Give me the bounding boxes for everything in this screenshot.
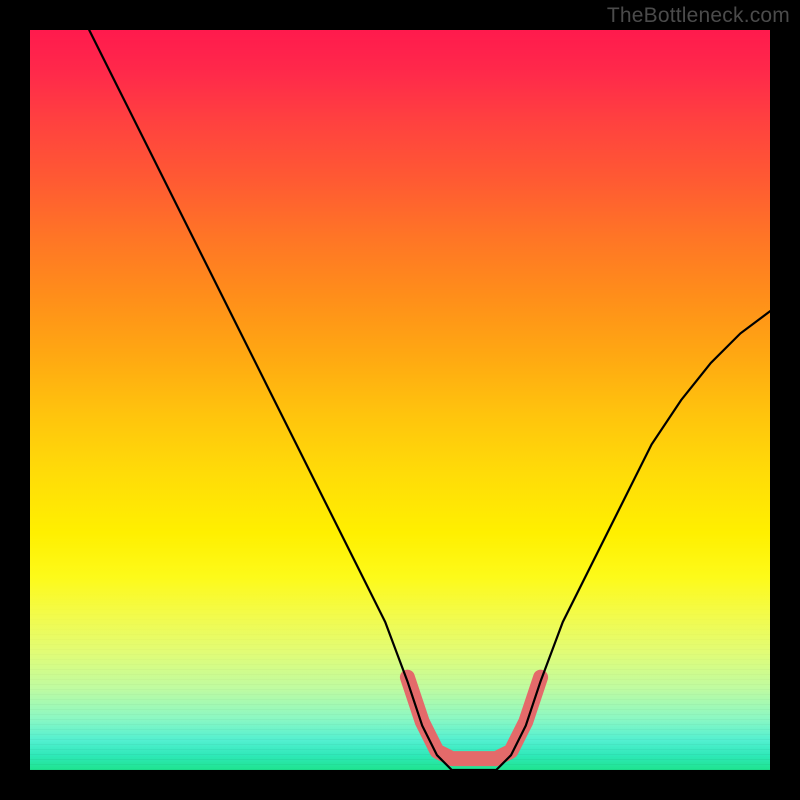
plot-area (30, 30, 770, 770)
watermark-label: TheBottleneck.com (607, 4, 790, 28)
curve-layer (30, 30, 770, 770)
optimal-range-marker (407, 677, 540, 758)
bottleneck-curve (89, 30, 770, 770)
chart-frame: TheBottleneck.com (0, 0, 800, 800)
